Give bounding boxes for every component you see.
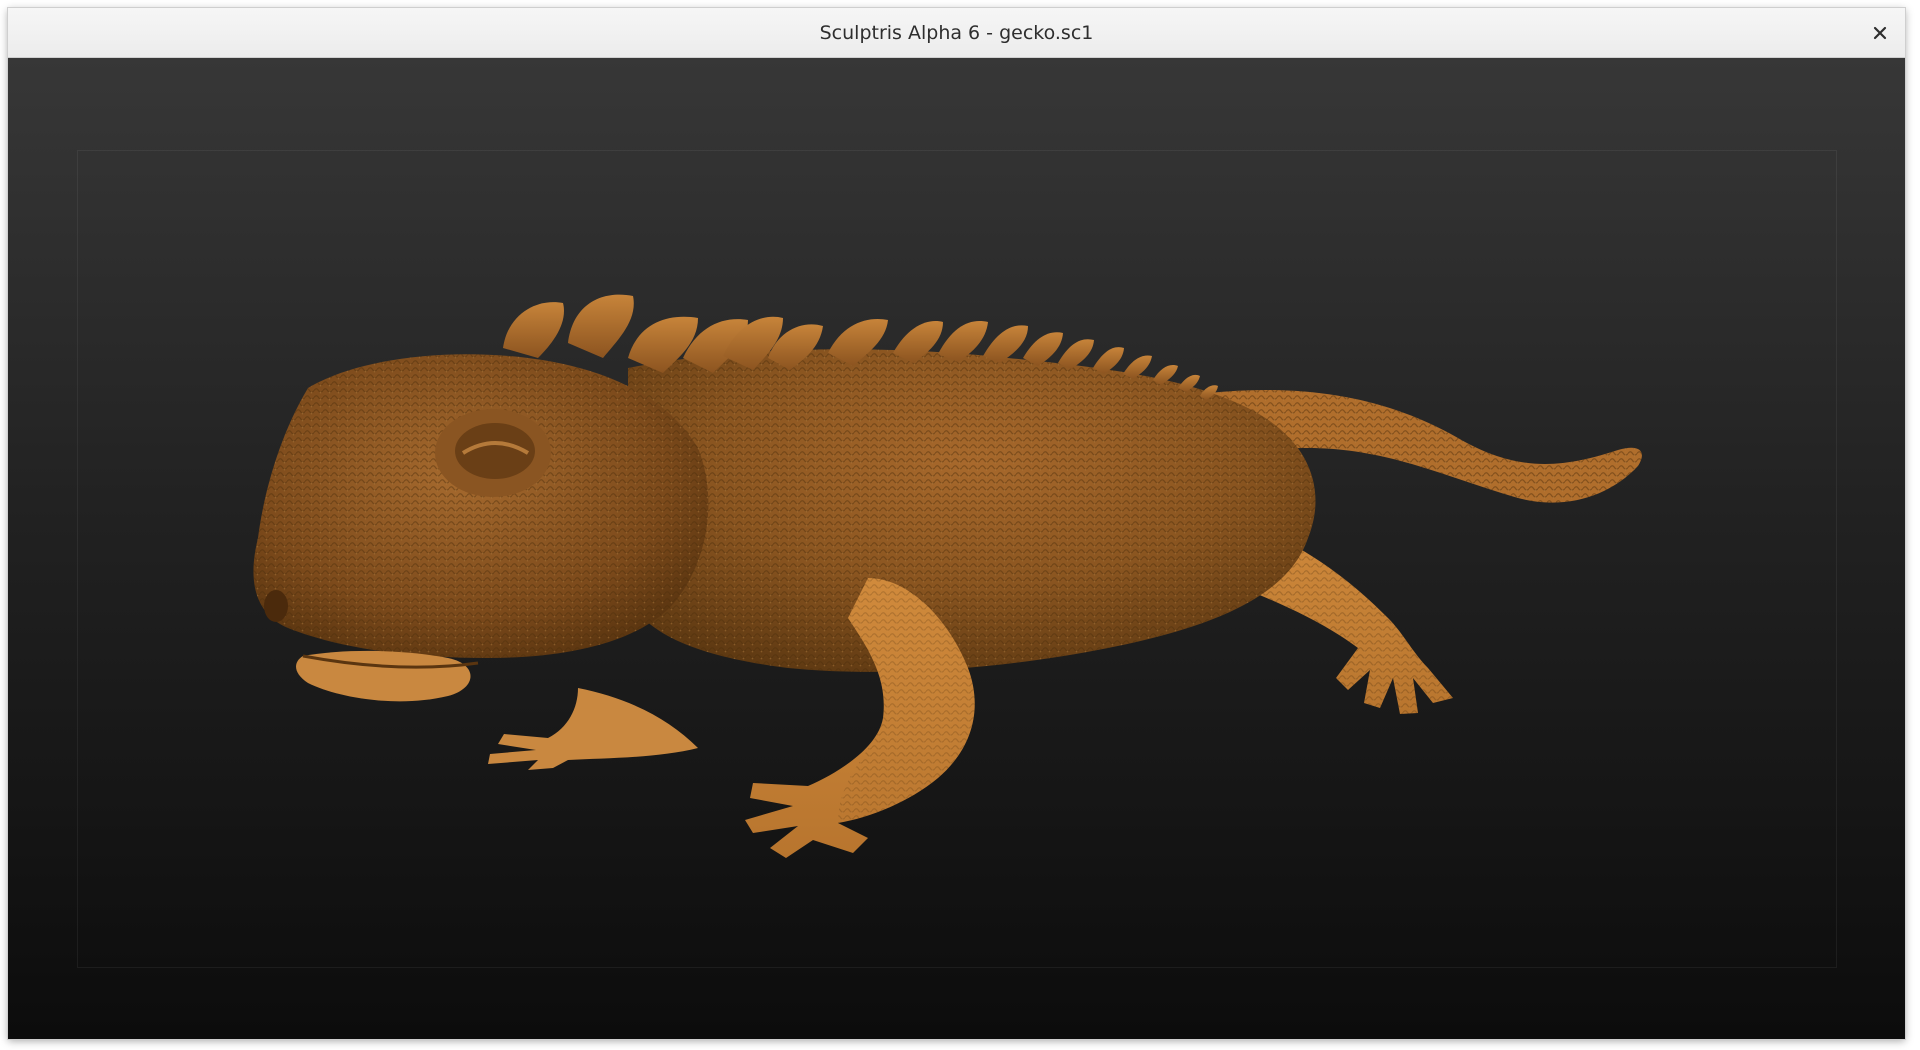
gecko-body	[628, 349, 1316, 672]
app-window: Sculptris Alpha 6 - gecko.sc1	[8, 8, 1905, 1039]
title-bar[interactable]: Sculptris Alpha 6 - gecko.sc1	[8, 8, 1905, 58]
sculpt-viewport[interactable]	[8, 58, 1905, 1039]
window-title: Sculptris Alpha 6 - gecko.sc1	[819, 22, 1094, 44]
close-icon	[1873, 26, 1887, 40]
gecko-head	[253, 354, 709, 702]
gecko-front-leg-far	[488, 688, 698, 770]
gecko-nostril	[264, 590, 288, 622]
gecko-model[interactable]	[8, 58, 1905, 1039]
close-button[interactable]	[1863, 16, 1897, 50]
